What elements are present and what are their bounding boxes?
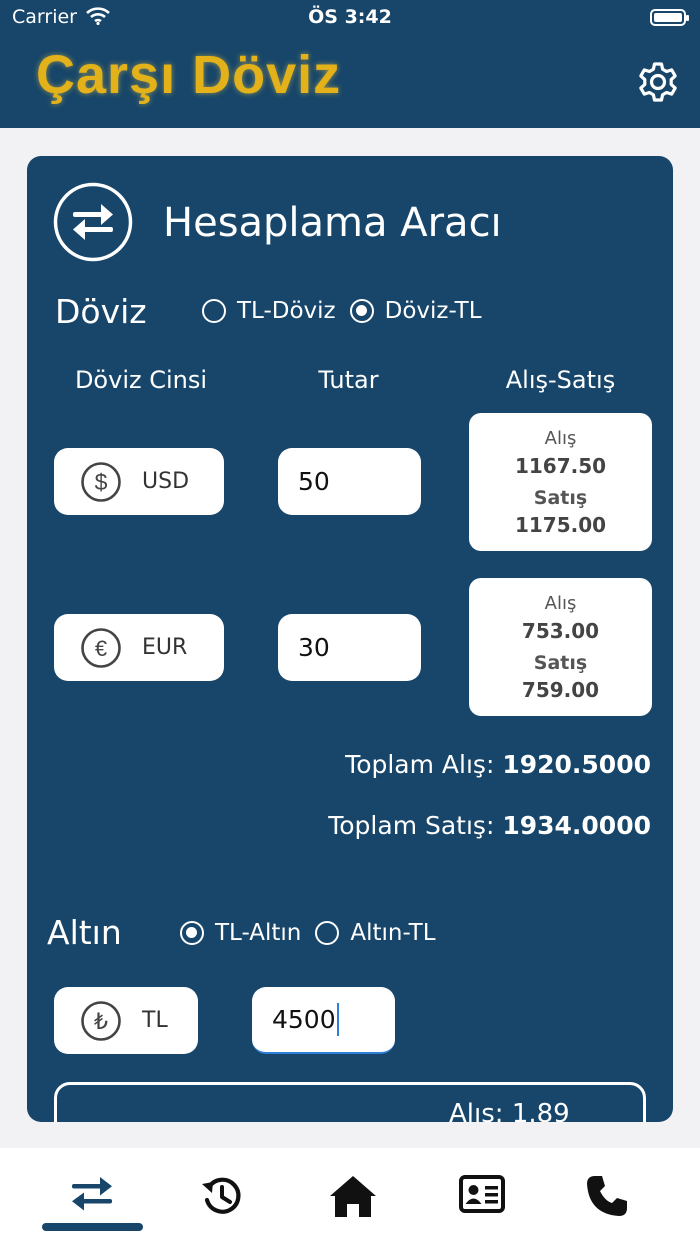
currency-section-label: Döviz xyxy=(55,292,147,331)
sell-label: Satış xyxy=(533,652,588,674)
rate-box-usd: Alış 1167.50 Satış 1175.00 xyxy=(469,413,652,551)
currency-mode-group: TL-Döviz Döviz-TL xyxy=(202,298,496,324)
sell-label: Satış xyxy=(533,487,588,509)
euro-icon: € xyxy=(81,627,121,668)
settings-button[interactable] xyxy=(632,56,684,108)
gold-result-box: Alış: 1.89 xyxy=(54,1082,646,1122)
radio-altin-tl-label[interactable]: Altın-TL xyxy=(350,920,435,946)
buy-rate: 1167.50 xyxy=(514,454,607,478)
radio-tl-altin-label[interactable]: TL-Altın xyxy=(215,920,301,946)
total-buy-label: Toplam Alış: xyxy=(345,750,495,779)
gold-result-label: Alış: xyxy=(449,1099,504,1122)
radio-tl-altin[interactable] xyxy=(180,921,204,945)
phone-icon xyxy=(587,1176,627,1216)
currency-code: TL xyxy=(142,1008,168,1033)
column-header-currency: Döviz Cinsi xyxy=(74,366,208,394)
sell-rate: 759.00 xyxy=(521,678,600,702)
gear-icon xyxy=(639,62,677,102)
swap-arrows-icon xyxy=(53,182,133,262)
gold-section-label: Altın xyxy=(47,913,122,952)
text-caret xyxy=(336,1003,339,1036)
gold-result: Alış: 1.89 xyxy=(449,1099,570,1122)
radio-doviz-tl-label[interactable]: Döviz-TL xyxy=(385,298,482,324)
radio-tl-doviz-label[interactable]: TL-Döviz xyxy=(237,298,336,324)
tab-contact[interactable] xyxy=(412,1148,552,1244)
column-header-buy-sell: Alış-Satış xyxy=(505,366,616,394)
lira-icon: ₺ xyxy=(81,1000,121,1041)
battery-icon xyxy=(650,9,689,26)
column-header-amount: Tutar xyxy=(318,366,379,394)
tab-phone[interactable] xyxy=(537,1148,677,1244)
total-sell-value: 1934.0000 xyxy=(502,811,651,840)
radio-altin-tl[interactable] xyxy=(315,921,340,945)
status-time: ÖS 3:42 xyxy=(308,6,392,28)
rate-box-eur: Alış 753.00 Satış 759.00 xyxy=(469,578,652,716)
dollar-icon: $ xyxy=(81,461,121,502)
calculator-title: Hesaplama Aracı xyxy=(163,200,502,246)
buy-label: Alış xyxy=(544,428,577,449)
buy-rate: 753.00 xyxy=(521,619,600,643)
currency-select-usd[interactable]: $ USD xyxy=(54,448,224,515)
app-title: Çarşı Döviz xyxy=(36,45,342,105)
contact-card-icon xyxy=(459,1175,505,1213)
tab-home[interactable] xyxy=(283,1148,423,1244)
gold-result-value: 1.89 xyxy=(511,1099,570,1122)
total-buy-value: 1920.5000 xyxy=(502,750,651,779)
currency-code: USD xyxy=(142,469,190,494)
sell-rate: 1175.00 xyxy=(514,513,607,537)
total-buy: Toplam Alış: 1920.5000 xyxy=(345,750,651,779)
history-icon xyxy=(202,1177,241,1214)
tab-bar xyxy=(0,1148,700,1244)
total-sell-label: Toplam Satış: xyxy=(328,811,495,840)
svg-text:€: € xyxy=(95,636,107,661)
app-header: Çarşı Döviz xyxy=(0,36,700,128)
swap-arrows-icon xyxy=(72,1177,112,1211)
home-icon xyxy=(330,1176,376,1217)
total-sell: Toplam Satış: 1934.0000 xyxy=(328,811,651,840)
svg-text:$: $ xyxy=(95,469,108,495)
amount-input-eur[interactable]: 30 xyxy=(278,614,421,681)
buy-label: Alış xyxy=(544,593,577,614)
currency-select-eur[interactable]: € EUR xyxy=(54,614,224,681)
tab-calculator[interactable] xyxy=(22,1148,162,1244)
calculator-card: Hesaplama Aracı Döviz TL-Döviz Döviz-TL … xyxy=(27,156,673,1122)
gold-mode-group: TL-Altın Altın-TL xyxy=(180,920,450,946)
currency-select-tl[interactable]: ₺ TL xyxy=(54,987,198,1054)
amount-input-tl-value: 4500 xyxy=(272,1005,336,1034)
active-tab-indicator xyxy=(42,1223,143,1231)
radio-doviz-tl[interactable] xyxy=(349,299,374,323)
tab-history[interactable] xyxy=(152,1148,292,1244)
svg-text:₺: ₺ xyxy=(94,1010,108,1035)
status-bar: Carrier ÖS 3:42 xyxy=(0,0,700,36)
radio-tl-doviz[interactable] xyxy=(202,299,226,323)
currency-code: EUR xyxy=(142,635,188,660)
amount-input-tl[interactable]: 4500 xyxy=(252,987,395,1054)
amount-input-usd[interactable]: 50 xyxy=(278,448,421,515)
